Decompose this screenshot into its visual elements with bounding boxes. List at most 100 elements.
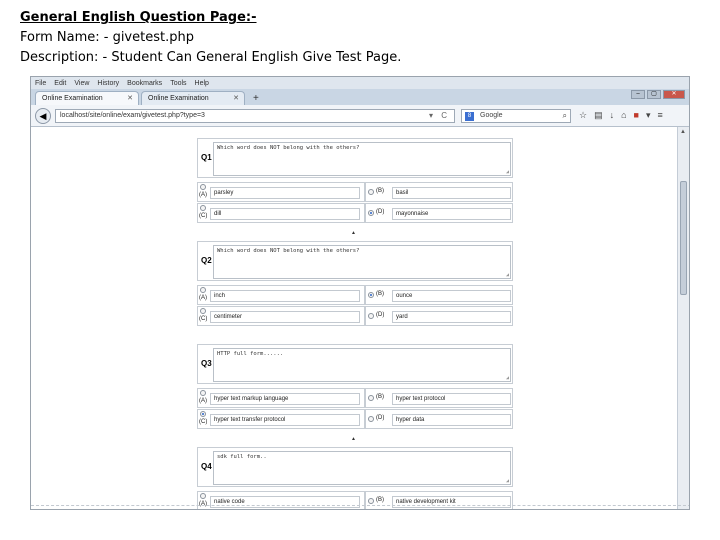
option-d[interactable]: (D) yard <box>365 306 513 326</box>
option-a[interactable]: (A) parsley <box>197 182 365 202</box>
option-letter: (B) <box>376 394 384 400</box>
option-d[interactable]: (D) mayonnaise <box>365 203 513 223</box>
question-block-4: Q4 sdk full form.. ◢ (A) native code (B)… <box>197 447 513 509</box>
test-page: Q1 Which word does NOT belong with the o… <box>31 127 679 509</box>
resize-grip-icon[interactable]: ◢ <box>506 478 509 484</box>
option-letter: (A) <box>199 295 207 301</box>
tab-bar: Online Examination ✕ Online Examination … <box>31 89 689 105</box>
close-tab-icon[interactable]: ✕ <box>233 94 239 102</box>
option-b[interactable]: (B) hyper text protocol <box>365 388 513 408</box>
question-text-value: Which word does NOT belong with the othe… <box>217 248 360 254</box>
tab-online-examination-1[interactable]: Online Examination ✕ <box>35 91 139 105</box>
browser-screenshot: File Edit View History Bookmarks Tools H… <box>30 76 690 510</box>
url-bar[interactable]: localhost/site/online/exam/givetest.php?… <box>55 109 455 123</box>
bookmarks-icon[interactable]: ▤ <box>594 110 603 121</box>
question-block-1: Q1 Which word does NOT belong with the o… <box>197 138 513 241</box>
question-text-value: Which word does NOT belong with the othe… <box>217 145 360 151</box>
option-text: ounce <box>392 290 511 302</box>
option-letter: (B) <box>376 497 384 503</box>
resize-grip-icon[interactable]: ◢ <box>506 272 509 278</box>
menu-edit[interactable]: Edit <box>54 80 66 87</box>
radio-button[interactable] <box>200 287 206 293</box>
radio-button[interactable] <box>368 313 374 319</box>
radio-button-checked[interactable] <box>368 210 374 216</box>
separator-icon: ▲ <box>351 230 356 236</box>
radio-button[interactable] <box>368 498 374 504</box>
radio-button[interactable] <box>368 189 374 195</box>
radio-button[interactable] <box>368 395 374 401</box>
toolbar-icons: ☆ ▤ ↓ ⌂ ■ ▾ ≡ <box>579 110 663 121</box>
search-icon[interactable]: ⌕ <box>563 111 567 121</box>
download-icon[interactable]: ↓ <box>610 110 615 121</box>
menu-file[interactable]: File <box>35 80 46 87</box>
menu-help[interactable]: Help <box>195 80 209 87</box>
question-text: sdk full form.. ◢ <box>213 451 511 485</box>
option-text: hyper text transfer protocol <box>210 414 360 426</box>
search-input[interactable]: 8 Google ⌕ <box>461 109 571 123</box>
star-icon[interactable]: ☆ <box>579 110 587 121</box>
menu-tools[interactable]: Tools <box>170 80 186 87</box>
radio-button[interactable] <box>200 205 206 211</box>
option-c[interactable]: (C) centimeter <box>197 306 365 326</box>
option-text: inch <box>210 290 360 302</box>
option-letter: (C) <box>199 419 208 425</box>
option-letter: (A) <box>199 398 207 404</box>
addon-icon[interactable]: ▾ <box>646 110 651 121</box>
question-row: Q2 Which word does NOT belong with the o… <box>197 241 513 281</box>
back-icon[interactable]: ◀ <box>35 108 51 124</box>
menu-view[interactable]: View <box>74 80 89 87</box>
maximize-icon[interactable]: ▢ <box>647 90 661 99</box>
radio-button[interactable] <box>200 308 206 314</box>
caption-description: Description: - Student Can General Engli… <box>20 50 402 65</box>
question-block-2: Q2 Which word does NOT belong with the o… <box>197 241 513 344</box>
option-b[interactable]: (B) basil <box>365 182 513 202</box>
radio-button[interactable] <box>368 416 374 422</box>
option-text: dill <box>210 208 360 220</box>
minimize-icon[interactable]: – <box>631 90 645 99</box>
caption-heading: General English Question Page:- <box>20 10 257 25</box>
option-text: mayonnaise <box>392 208 511 220</box>
close-window-icon[interactable]: ✕ <box>663 90 685 99</box>
menu-history[interactable]: History <box>97 80 119 87</box>
page-bottom-edge <box>31 505 689 509</box>
resize-grip-icon[interactable]: ◢ <box>506 169 509 175</box>
scroll-up-icon[interactable]: ▲ <box>680 129 686 135</box>
search-engine-icon[interactable]: 8 <box>465 112 474 121</box>
question-text-value: HTTP full form...... <box>217 351 284 357</box>
question-text: HTTP full form...... ◢ <box>213 348 511 382</box>
option-a[interactable]: (A) hyper text markup language <box>197 388 365 408</box>
radio-button[interactable] <box>200 390 206 396</box>
option-c[interactable]: (C) hyper text transfer protocol <box>197 409 365 429</box>
option-text: parsley <box>210 187 360 199</box>
window-controls: – ▢ ✕ <box>631 90 685 99</box>
close-tab-icon[interactable]: ✕ <box>127 94 133 102</box>
option-letter: (D) <box>376 209 385 215</box>
radio-button-checked[interactable] <box>368 292 374 298</box>
scrollbar-thumb[interactable] <box>680 181 687 295</box>
option-text: centimeter <box>210 311 360 323</box>
vertical-scrollbar[interactable]: ▲ <box>677 127 689 509</box>
option-a[interactable]: (A) inch <box>197 285 365 305</box>
reload-icon[interactable]: ▾ C <box>429 111 450 120</box>
radio-button[interactable] <box>200 184 206 190</box>
question-text-value: sdk full form.. <box>217 454 267 460</box>
search-placeholder: Google <box>480 112 503 119</box>
radio-button-checked[interactable] <box>200 411 206 417</box>
option-d[interactable]: (D) hyper data <box>365 409 513 429</box>
option-c[interactable]: (C) dill <box>197 203 365 223</box>
tab-label: Online Examination <box>42 95 103 102</box>
separator-icon: ▲ <box>351 436 356 442</box>
question-text: Which word does NOT belong with the othe… <box>213 142 511 176</box>
new-tab-button[interactable]: + <box>247 93 265 105</box>
option-letter: (C) <box>199 316 208 322</box>
addon-icon[interactable]: ■ <box>634 110 639 121</box>
radio-button[interactable] <box>200 493 206 499</box>
option-letter: (D) <box>376 415 385 421</box>
option-b[interactable]: (B) ounce <box>365 285 513 305</box>
menu-bookmarks[interactable]: Bookmarks <box>127 80 162 87</box>
caption-form-name: Form Name: - givetest.php <box>20 30 194 45</box>
tab-online-examination-2[interactable]: Online Examination ✕ <box>141 91 245 105</box>
menu-icon[interactable]: ≡ <box>658 110 663 121</box>
resize-grip-icon[interactable]: ◢ <box>506 375 509 381</box>
home-icon[interactable]: ⌂ <box>621 110 626 121</box>
